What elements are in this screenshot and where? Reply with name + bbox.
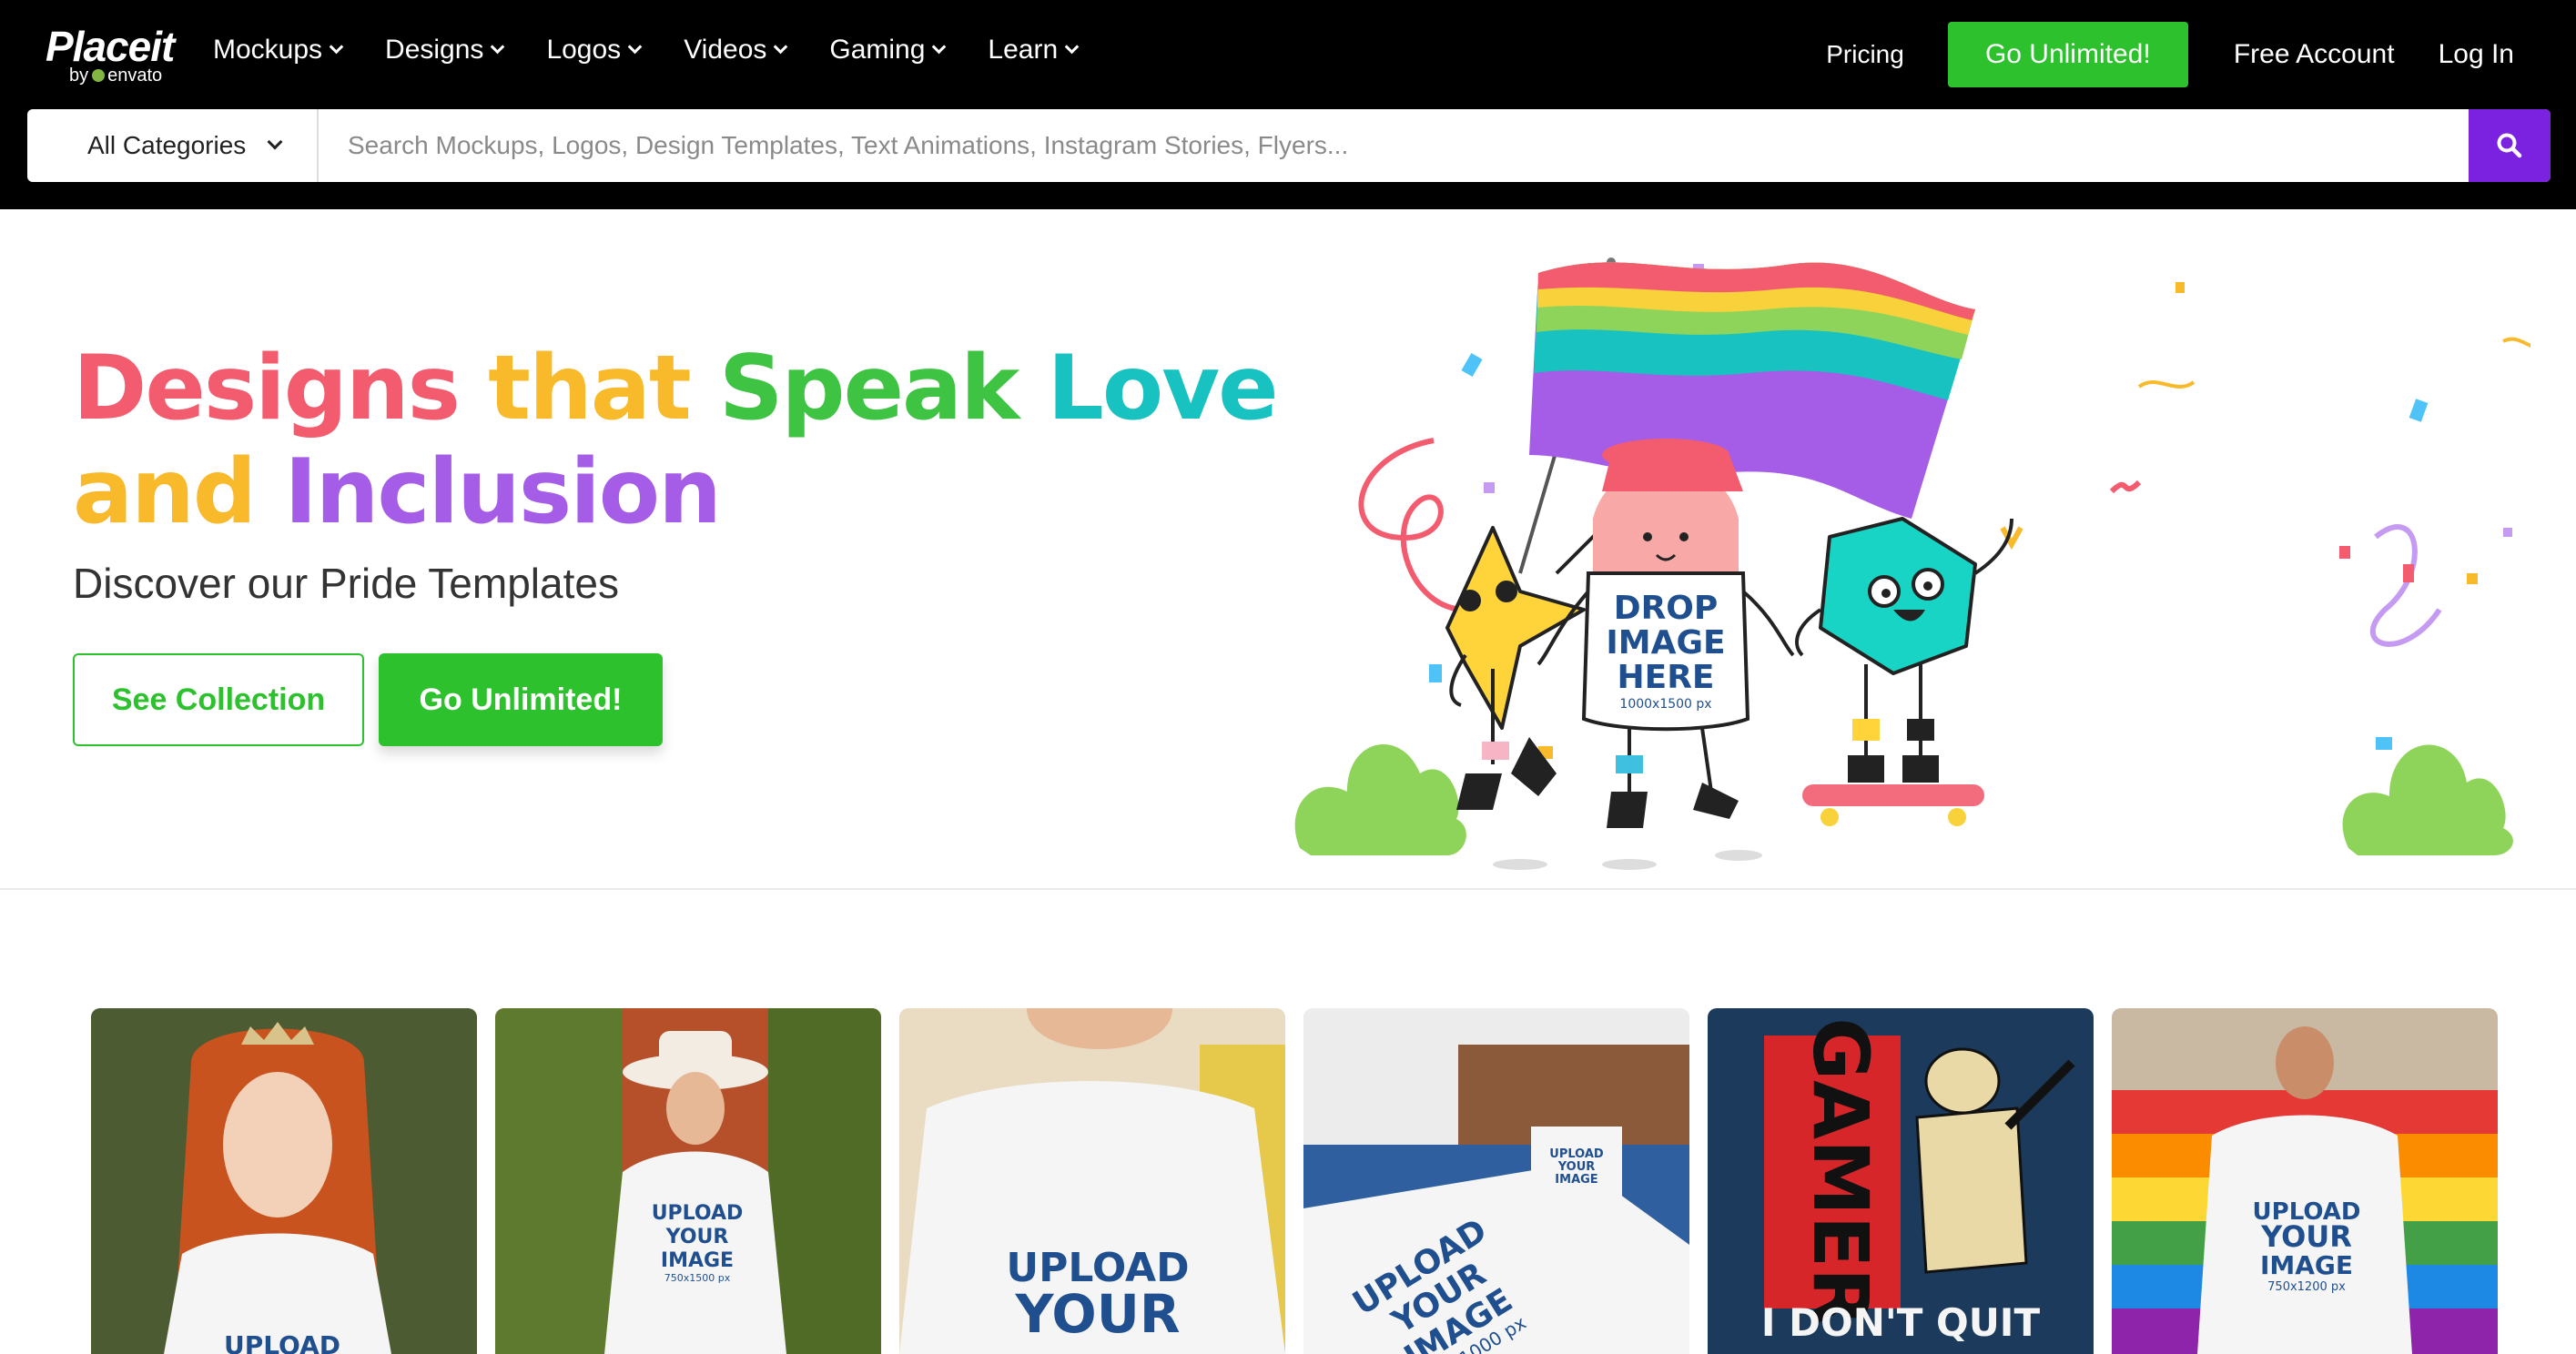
nav-label: Learn (988, 35, 1059, 65)
tee-drop-line1: DROP (1614, 590, 1719, 627)
nav-mockups[interactable]: Mockups (213, 35, 344, 66)
gallery-card[interactable]: UPLOAD (91, 1008, 477, 1354)
search-input[interactable] (319, 109, 2469, 182)
free-account-link[interactable]: Free Account (2234, 39, 2395, 70)
nav-label: Mockups (213, 35, 323, 65)
headline-word: Inclusion (284, 440, 722, 544)
go-unlimited-hero-button[interactable]: Go Unlimited! (379, 653, 663, 746)
nav-label: Videos (684, 35, 767, 65)
search-bar: All Categories (27, 109, 2551, 182)
envato-leaf-icon (92, 69, 106, 82)
logo-wordmark: Placeit (46, 23, 175, 70)
star-character (1445, 526, 1604, 810)
gamer-text-slogan: I DON'T QUIT (1761, 1300, 2041, 1345)
chevron-down-icon (1064, 39, 1080, 54)
pricing-link[interactable]: Pricing (1826, 40, 1904, 69)
account-nav: Pricing Go Unlimited! Free Account Log I… (1826, 22, 2514, 87)
gallery-card[interactable]: UPLOAD YOUR (899, 1008, 1285, 1354)
gallery-card[interactable]: UPLOAD YOUR IMAGE 750x1200 px (2112, 1008, 2498, 1354)
template-gallery: UPLOAD UPLOAD YOUR IMAGE 750x1500 px UPL… (91, 1008, 2498, 1354)
tshirt-mockup-hat: UPLOAD YOUR IMAGE 750x1500 px (495, 1008, 881, 1354)
chevron-down-icon (267, 134, 283, 150)
top-navigation-bar: Placeit by envato Mockups Designs Logos V… (0, 0, 2576, 209)
nav-learn[interactable]: Learn (988, 35, 1080, 66)
rainbow-flag (1529, 262, 1975, 519)
nav-gaming[interactable]: Gaming (829, 35, 947, 66)
pride-flag-tshirt-mockup: UPLOAD YOUR IMAGE 750x1200 px (2112, 1008, 2498, 1354)
nav-videos[interactable]: Videos (684, 35, 788, 66)
gamer-text-vertical: GAMER (1796, 1017, 1885, 1327)
bedding-mockup: UPLOAD YOUR IMAGE UPLOAD YOUR IMAGE 800x… (1303, 1008, 1689, 1354)
go-unlimited-header-button[interactable]: Go Unlimited! (1947, 22, 2188, 87)
headline-word: and (73, 440, 257, 544)
category-select[interactable]: All Categories (27, 109, 319, 182)
login-link[interactable]: Log In (2439, 39, 2514, 70)
see-collection-button[interactable]: See Collection (73, 653, 364, 746)
shirt-text-line3: IMAGE (2260, 1250, 2353, 1280)
chevron-down-icon (491, 39, 505, 54)
shirt-text-size: 750x1500 px (664, 1272, 731, 1284)
search-button[interactable] (2469, 109, 2551, 182)
category-select-value: All Categories (87, 131, 247, 159)
headline-word: Speak (718, 337, 1020, 440)
hero-headline: Designs that Speak Love and Inclusion (73, 337, 1279, 544)
shirt-text-line3: IMAGE (661, 1249, 734, 1272)
shirt-text-size: 750x1200 px (2267, 1280, 2346, 1294)
logo-byline: by envato (69, 66, 162, 86)
nav-label: Gaming (829, 35, 926, 65)
nav-label: Designs (385, 35, 484, 65)
headline-word: Designs (73, 337, 461, 440)
hero-banner: Designs that Speak Love and Inclusion Di… (0, 209, 2576, 890)
pillow-text-line1: UPLOAD (1549, 1147, 1604, 1161)
pride-illustration: DROP IMAGE HERE 1000x1500 px (1294, 258, 2530, 870)
bush-left (1294, 743, 1466, 855)
chevron-down-icon (329, 39, 344, 54)
pillow-text-line2: YOUR (1557, 1160, 1596, 1174)
gallery-card[interactable]: GAMER I DON'T QUIT (1708, 1008, 2094, 1354)
shirt-text-line2: YOUR (1015, 1283, 1181, 1345)
tshirt-mockup-redhead: UPLOAD (91, 1008, 477, 1354)
gamer-design-template: GAMER I DON'T QUIT (1708, 1008, 2094, 1354)
placeit-logo[interactable]: Placeit by envato (46, 22, 175, 86)
search-icon (2497, 133, 2522, 158)
gallery-card[interactable]: UPLOAD YOUR IMAGE UPLOAD YOUR IMAGE 800x… (1303, 1008, 1689, 1354)
pink-character: DROP IMAGE HERE 1000x1500 px (1536, 439, 1795, 828)
main-nav: Mockups Designs Logos Videos Gaming Lear… (213, 35, 1121, 66)
headline-word: Love (1047, 337, 1278, 440)
shirt-text-line2: YOUR (665, 1226, 729, 1248)
shirt-text-line1: UPLOAD (652, 1202, 744, 1225)
pillow-text-line3: IMAGE (1555, 1173, 1597, 1187)
hero-subtitle: Discover our Pride Templates (73, 560, 619, 607)
logo-by: by (69, 66, 89, 86)
tee-drop-size: 1000x1500 px (1619, 697, 1711, 712)
shirt-text-line1: UPLOAD (224, 1330, 340, 1354)
tee-drop-line3: HERE (1617, 659, 1714, 696)
logo-brand: envato (107, 66, 163, 86)
shirt-text-line2: YOUR (2260, 1219, 2352, 1254)
nav-logos[interactable]: Logos (546, 35, 643, 66)
tee-drop-line2: IMAGE (1606, 624, 1725, 662)
bush-right (2342, 744, 2513, 855)
gallery-card[interactable]: UPLOAD YOUR IMAGE 750x1500 px (495, 1008, 881, 1354)
chevron-down-icon (627, 39, 643, 54)
headline-word: that (488, 337, 692, 440)
hexagon-character (1795, 517, 2013, 826)
chevron-down-icon (932, 39, 947, 54)
nav-label: Logos (546, 35, 622, 65)
nav-designs[interactable]: Designs (385, 35, 505, 66)
chevron-down-icon (774, 39, 788, 54)
tshirt-mockup-closeup: UPLOAD YOUR (899, 1008, 1285, 1354)
